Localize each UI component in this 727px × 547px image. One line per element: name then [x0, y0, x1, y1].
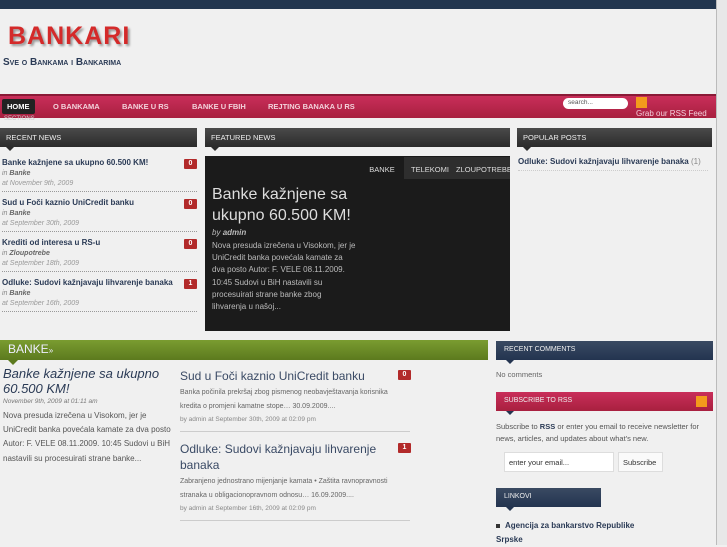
featured-news-header: FEATURED NEWS [205, 128, 510, 151]
top-bar [0, 0, 716, 9]
subscribe-header: SUBSCRIBE TO RSS [496, 392, 713, 415]
category-link[interactable]: Banke [9, 290, 30, 297]
rss-feed-link[interactable]: Grab our RSS Feed [636, 109, 707, 118]
links-header: LINKOVI [496, 488, 601, 511]
lead-article-excerpt: Nova presuda izrečena u Visokom, jer je … [3, 411, 171, 463]
rss-link[interactable]: RSS [540, 422, 555, 431]
banke-section-header[interactable]: BANKE» [0, 340, 488, 365]
recent-news-header: RECENT NEWS [0, 128, 197, 151]
double-arrow-icon: » [48, 346, 54, 355]
recent-news-date: at November 9th, 2009 [2, 180, 197, 192]
recent-news-item: Krediti od interesa u RS-u in Zloupotrebe… [2, 238, 197, 272]
category-link[interactable]: Zloupotrebe [9, 250, 49, 257]
lead-article-title[interactable]: Banke kažnjene sa ukupno 60.500 KM! [3, 366, 173, 396]
in-label: in [2, 250, 8, 257]
link-agencija[interactable]: Agencija za bankarstvo Republike Srpske [496, 521, 634, 544]
category-link[interactable]: Banke [9, 170, 30, 177]
recent-news-item: Odluke: Sudovi kažnjavaju lihvarenje ban… [2, 278, 197, 312]
featured-byline: by admin [212, 228, 246, 237]
article-item: Sud u Foči kaznio UniCredit banku Banka p… [180, 368, 410, 432]
scrollbar[interactable] [716, 0, 727, 545]
recent-news-title[interactable]: Odluke: Sudovi kažnjavaju lihvarenje ban… [2, 278, 197, 287]
nav-o-bankama[interactable]: O BANKAMA [53, 102, 100, 111]
popular-post-title[interactable]: Odluke: Sudovi kažnjavaju lihvarenje ban… [518, 157, 689, 166]
comment-count-badge[interactable]: 0 [184, 199, 197, 209]
section-title[interactable]: BANKE [8, 342, 49, 356]
category-link[interactable]: Banke [9, 210, 30, 217]
link-item[interactable]: Agencija za bankarstvo Republike Srpske [496, 519, 646, 547]
site-logo[interactable]: BANKARI [8, 22, 130, 51]
comment-count-badge[interactable]: 1 [184, 279, 197, 289]
in-label: in [2, 210, 8, 217]
comment-count-badge[interactable]: 1 [398, 443, 411, 453]
subscribe-text: Subscribe to RSS or enter you email to r… [496, 421, 714, 445]
popular-posts-header: POPULAR POSTS [517, 128, 712, 151]
site-tagline: Sve o Bankama i Bankarima [3, 57, 122, 68]
recent-news-item: Banke kažnjene sa ukupno 60.500 KM! in Ba… [2, 158, 197, 192]
sections-label: SECTIONS [4, 116, 35, 122]
nav-banke-u-fbih[interactable]: BANKE U FBIH [192, 102, 246, 111]
article-excerpt: Banka počinila prekršaj zbog pismenog ne… [180, 389, 388, 410]
comment-count-badge[interactable]: 0 [184, 239, 197, 249]
popular-post-item[interactable]: Odluke: Sudovi kažnjavaju lihvarenje ban… [518, 157, 708, 171]
comment-count-badge[interactable]: 0 [398, 370, 411, 380]
subscribe-button[interactable]: Subscribe [618, 452, 663, 472]
featured-tab-telekomi[interactable]: TELEKOMI [404, 157, 456, 179]
rss-icon[interactable] [696, 396, 707, 407]
subscribe-pre: Subscribe to [496, 422, 538, 431]
featured-excerpt: Nova presuda izrečena u Visokom, jer je … [212, 241, 356, 312]
popular-post-count: (1) [690, 157, 701, 166]
rss-icon[interactable] [636, 97, 647, 108]
in-label: in [2, 290, 8, 297]
recent-news-item: Sud u Foči kaznio UniCredit banku in Bank… [2, 198, 197, 232]
bullet-icon [496, 523, 500, 528]
recent-comments-header: RECENT COMMENTS [496, 341, 713, 364]
no-comments-text: No comments [496, 370, 543, 379]
article-excerpt: Zabranjeno jednostrano mijenjanje kamata… [180, 478, 388, 499]
recent-news-title[interactable]: Sud u Foči kaznio UniCredit banku [2, 198, 197, 207]
in-label: in [2, 170, 8, 177]
comment-count-badge[interactable]: 0 [184, 159, 197, 169]
author-link[interactable]: admin [223, 228, 247, 237]
recent-news-title[interactable]: Banke kažnjene sa ukupno 60.500 KM! [2, 158, 197, 167]
recent-news-date: at September 16th, 2009 [2, 300, 197, 312]
recent-news-date: at September 30th, 2009 [2, 220, 197, 232]
nav-banke-u-rs[interactable]: BANKE U RS [122, 102, 169, 111]
featured-post-title[interactable]: Banke kažnjene sa ukupno 60.500 KM! [212, 184, 362, 226]
search-input[interactable]: search... [563, 98, 628, 109]
email-input[interactable]: enter your email... [504, 452, 614, 472]
article-item: Odluke: Sudovi kažnjavaju lihvarenje ban… [180, 441, 410, 521]
recent-news-date: at September 18th, 2009 [2, 260, 197, 272]
article-title[interactable]: Odluke: Sudovi kažnjavaju lihvarenje ban… [180, 441, 410, 473]
nav-rejting[interactable]: REJTING BANAKA U RS [268, 102, 355, 111]
article-title[interactable]: Sud u Foči kaznio UniCredit banku [180, 368, 410, 384]
by-label: by [212, 228, 221, 237]
featured-tab-zloupotrebe[interactable]: ZLOUPOTREBE [456, 157, 510, 179]
recent-news-title[interactable]: Krediti od interesa u RS-u [2, 238, 197, 247]
featured-tab-banke[interactable]: BANKE [360, 157, 404, 179]
article-byline: by admin at September 16th, 2009 at 02:0… [180, 505, 410, 521]
nav-home[interactable]: HOME [2, 99, 35, 114]
article-byline: by admin at September 30th, 2009 at 02:0… [180, 416, 410, 432]
lead-article-date: November 9th, 2009 at 01:11 am [3, 398, 98, 405]
